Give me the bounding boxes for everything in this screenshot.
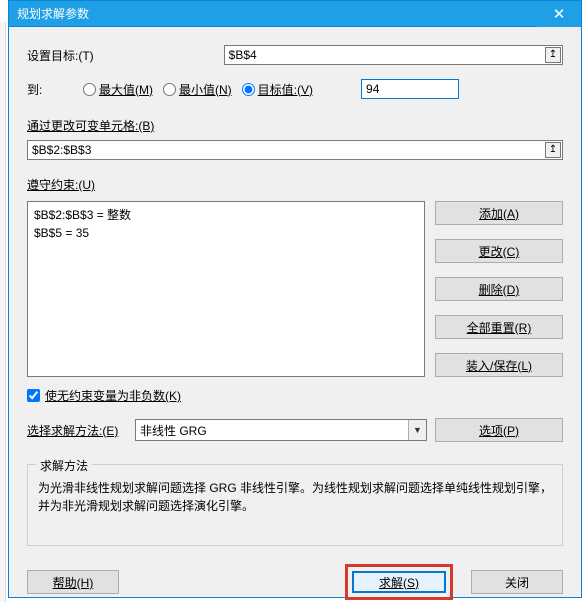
close-button[interactable]: ✕	[537, 1, 581, 27]
range-picker-button[interactable]: ↥	[545, 47, 561, 63]
objective-input[interactable]	[224, 45, 563, 65]
constraints-list[interactable]: $B$2:$B$3 = 整数 $B$5 = 35	[27, 201, 425, 377]
close-icon: ✕	[553, 5, 566, 23]
method-groupbox: 求解方法 为光滑非线性规划求解问题选择 GRG 非线性引擎。为线性规划求解问题选…	[27, 464, 563, 546]
method-value: 非线性 GRG	[140, 422, 207, 439]
radio-valueof-label: 目标值:(V)	[258, 81, 313, 98]
nonneg-checkbox[interactable]	[27, 389, 40, 402]
change-button[interactable]: 更改(C)	[435, 239, 563, 263]
solve-button[interactable]: 求解(S)	[352, 571, 446, 593]
background-strip	[0, 22, 6, 602]
solve-highlight: 求解(S)	[345, 564, 453, 600]
method-label: 选择求解方法:(E)	[27, 422, 127, 439]
delete-button[interactable]: 删除(D)	[435, 277, 563, 301]
dropdown-arrow[interactable]: ▼	[408, 420, 426, 440]
range-picker-button-2[interactable]: ↥	[545, 142, 561, 158]
method-select[interactable]: 非线性 GRG ▼	[135, 419, 427, 441]
constraints-label: 遵守约束:(U)	[27, 176, 563, 193]
groupbox-desc: 为光滑非线性规划求解问题选择 GRG 非线性引擎。为线性规划求解问题选择单纯线性…	[38, 479, 552, 515]
radio-max-input[interactable]	[83, 83, 96, 96]
constraints-area: $B$2:$B$3 = 整数 $B$5 = 35 添加(A) 更改(C) 删除(…	[27, 201, 563, 377]
collapse-icon: ↥	[549, 50, 557, 60]
help-button[interactable]: 帮助(H)	[27, 570, 119, 594]
radio-min-input[interactable]	[163, 83, 176, 96]
by-changing-row: ↥	[27, 140, 563, 160]
radio-min-label: 最小值(N)	[179, 81, 232, 98]
radio-valueof[interactable]: 目标值:(V)	[242, 81, 313, 98]
to-row: 到: 最大值(M) 最小值(N) 目标值:(V)	[27, 79, 563, 99]
load-save-button[interactable]: 装入/保存(L)	[435, 353, 563, 377]
add-button[interactable]: 添加(A)	[435, 201, 563, 225]
nonneg-row: 使无约束变量为非负数(K)	[27, 387, 563, 404]
variables-input[interactable]	[27, 140, 563, 160]
titlebar: 规划求解参数 ✕	[9, 1, 581, 27]
solver-dialog: 规划求解参数 ✕ 设置目标:(T) ↥ 到: 最大值(M)	[8, 0, 582, 598]
reset-all-button[interactable]: 全部重置(R)	[435, 315, 563, 339]
set-objective-label: 设置目标:(T)	[27, 47, 94, 64]
radio-max-label: 最大值(M)	[99, 81, 153, 98]
set-objective-row: 设置目标:(T) ↥	[27, 45, 563, 65]
chevron-down-icon: ▼	[413, 425, 422, 435]
method-row: 选择求解方法:(E) 非线性 GRG ▼ 选项(P)	[27, 418, 563, 442]
window-title: 规划求解参数	[17, 5, 537, 22]
to-label: 到:	[27, 81, 75, 98]
constraint-buttons: 添加(A) 更改(C) 删除(D) 全部重置(R) 装入/保存(L)	[435, 201, 563, 377]
by-changing-label: 通过更改可变单元格:(B)	[27, 117, 563, 134]
constraint-item[interactable]: $B$5 = 35	[34, 224, 418, 242]
radio-min[interactable]: 最小值(N)	[163, 81, 232, 98]
dialog-body: 设置目标:(T) ↥ 到: 最大值(M) 最小值(N)	[9, 27, 581, 612]
groupbox-title: 求解方法	[36, 457, 92, 474]
radio-max[interactable]: 最大值(M)	[83, 81, 153, 98]
nonneg-label: 使无约束变量为非负数(K)	[45, 387, 181, 404]
collapse-icon: ↥	[549, 145, 557, 155]
footer: 帮助(H) 求解(S) 关闭	[27, 546, 563, 600]
options-button[interactable]: 选项(P)	[435, 418, 563, 442]
variables-input-wrap: ↥	[27, 140, 563, 160]
radio-valueof-input[interactable]	[242, 83, 255, 96]
target-value-input[interactable]	[361, 79, 459, 99]
close-footer-button[interactable]: 关闭	[471, 570, 563, 594]
objective-input-wrap: ↥	[224, 45, 563, 65]
constraint-item[interactable]: $B$2:$B$3 = 整数	[34, 206, 418, 224]
to-radios: 最大值(M) 最小值(N) 目标值:(V)	[83, 81, 317, 98]
